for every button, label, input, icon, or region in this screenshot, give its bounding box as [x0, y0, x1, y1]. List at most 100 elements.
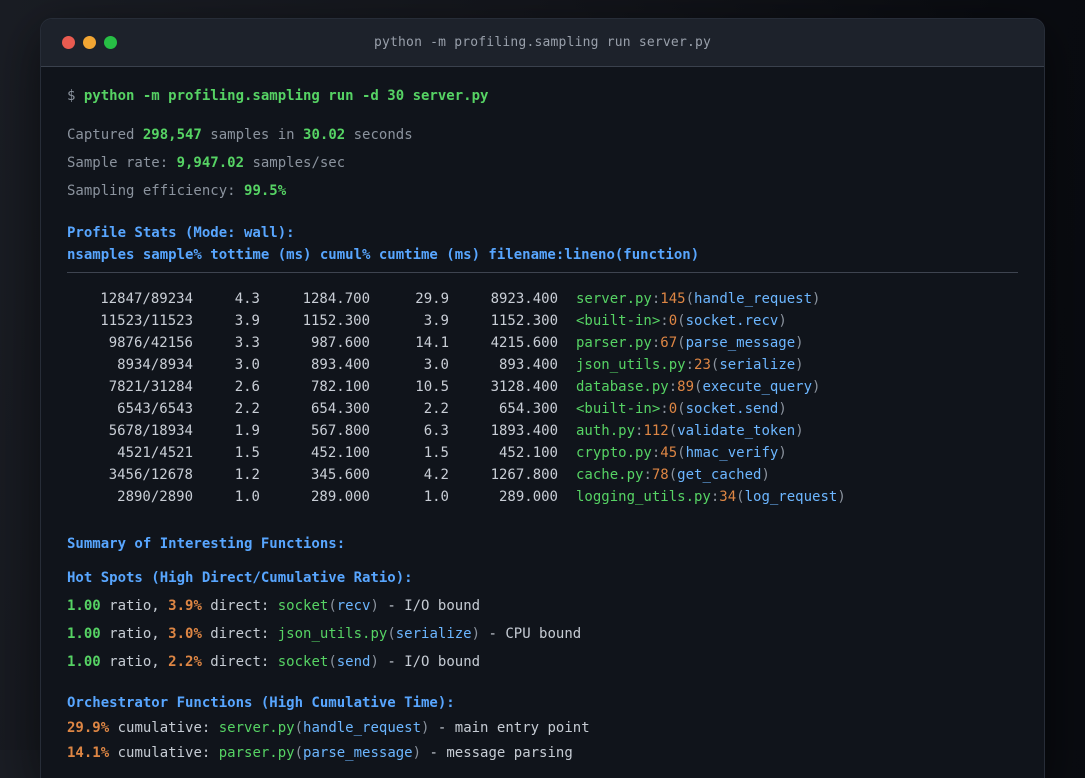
sample-rate-value: 9,947.02 — [176, 155, 245, 171]
captured-label: Captured — [67, 127, 143, 143]
role-note: - message parsing — [421, 745, 573, 761]
table-row: 6543/6543 2.2 654.300 2.2 654.300 <built… — [67, 398, 1018, 420]
cumul-pct-cell: 2.2 — [423, 401, 449, 417]
tottime-cell: 452.100 — [310, 445, 370, 461]
prompt-symbol: $ — [67, 88, 84, 104]
nsamples-cell: 5678/18934 — [108, 423, 193, 439]
table-row: 9876/42156 3.3 987.600 14.1 4215.600 par… — [67, 332, 1018, 354]
location-cell: logging_utils.py:34(log_request) — [558, 486, 1018, 508]
ratio-value: 1.00 — [67, 654, 101, 670]
table-row: 8934/8934 3.0 893.400 3.0 893.400 json_u… — [67, 354, 1018, 376]
ratio-value: 1.00 — [67, 598, 101, 614]
line-number: 89 — [677, 379, 695, 395]
function-name: socket.recv — [685, 313, 779, 329]
colon: : — [668, 379, 678, 395]
sample-pct-cell: 3.9 — [234, 313, 260, 329]
filename: <built-in> — [576, 313, 661, 329]
table-row: 2890/2890 1.0 289.000 1.0 289.000 loggin… — [67, 486, 1018, 508]
summary-title: Summary of Interesting Functions: — [67, 536, 346, 552]
sample-pct-cell: 2.2 — [234, 401, 260, 417]
location-cell: server.py:145(handle_request) — [558, 288, 1018, 310]
captured-duration-value: 30.02 — [303, 127, 346, 143]
ratio-label: ratio, — [100, 654, 169, 670]
function-name: socket.send — [685, 401, 779, 417]
cumtime-cell: 8923.400 — [490, 291, 558, 307]
sample-pct-cell: 1.9 — [234, 423, 260, 439]
bound-note: - CPU bound — [480, 626, 582, 642]
table-row: 7821/31284 2.6 782.100 10.5 3128.400 dat… — [67, 376, 1018, 398]
filename: <built-in> — [576, 401, 661, 417]
function-name: log_request — [744, 489, 838, 505]
colon: : — [685, 357, 695, 373]
cumul-pct-cell: 1.0 — [423, 489, 449, 505]
nsamples-cell: 2890/2890 — [117, 489, 193, 505]
nsamples-cell: 3456/12678 — [108, 467, 193, 483]
orchestrators-title: Orchestrator Functions (High Cumulative … — [67, 695, 455, 711]
cumul-pct-cell: 3.9 — [423, 313, 449, 329]
orchestrator-item: 29.9% cumulative: server.py(handle_reque… — [67, 717, 1018, 739]
table-row: 4521/4521 1.5 452.100 1.5 452.100 crypto… — [67, 442, 1018, 464]
window-title: python -m profiling.sampling run server.… — [373, 35, 712, 50]
cumtime-cell: 1893.400 — [490, 423, 558, 439]
open-paren: ( — [677, 313, 686, 329]
cumulative-pct-value: 14.1% — [67, 745, 110, 761]
location-cell: cache.py:78(get_cached) — [558, 464, 1018, 486]
filename: parser.py — [218, 745, 295, 761]
close-paren: ) — [778, 445, 787, 461]
open-paren: ( — [668, 423, 678, 439]
filename: auth.py — [576, 423, 636, 439]
minimize-button[interactable] — [83, 36, 96, 49]
sample-rate-line: Sample rate: 9,947.02 samples/sec — [67, 152, 1018, 174]
terminal-output[interactable]: $ python -m profiling.sampling run -d 30… — [41, 67, 1044, 764]
close-paren: ) — [812, 379, 821, 395]
function-name: get_cached — [677, 467, 762, 483]
function-name: handle_request — [303, 720, 422, 736]
titlebar-drag-handle[interactable]: python -m profiling.sampling run server.… — [41, 19, 1044, 67]
filename: json_utils.py — [576, 357, 686, 373]
location-cell: <built-in>:0(socket.send) — [558, 398, 1018, 420]
tottime-cell: 893.400 — [310, 357, 370, 373]
hotspot-item: 1.00 ratio, 2.2% direct: socket(send) - … — [67, 651, 1018, 673]
close-paren: ) — [795, 423, 804, 439]
line-number: 0 — [668, 313, 678, 329]
tottime-cell: 987.600 — [310, 335, 370, 351]
efficiency-label: Sampling efficiency: — [67, 183, 245, 199]
close-paren: ) — [795, 357, 804, 373]
line-number: 78 — [651, 467, 669, 483]
captured-line: Captured 298,547 samples in 30.02 second… — [67, 124, 1018, 146]
cumul-pct-cell: 29.9 — [415, 291, 449, 307]
nsamples-cell: 9876/42156 — [108, 335, 193, 351]
function-name: serialize — [395, 626, 472, 642]
colon: : — [643, 467, 652, 483]
filename: database.py — [576, 379, 669, 395]
function-name: parse_message — [303, 745, 413, 761]
location-cell: json_utils.py:23(serialize) — [558, 354, 1018, 376]
sample-pct-cell: 3.0 — [234, 357, 260, 373]
nsamples-cell: 7821/31284 — [108, 379, 193, 395]
maximize-button[interactable] — [104, 36, 117, 49]
cumul-pct-cell: 14.1 — [415, 335, 449, 351]
nsamples-cell: 8934/8934 — [117, 357, 193, 373]
filename: logging_utils.py — [576, 489, 711, 505]
hotspot-item: 1.00 ratio, 3.0% direct: json_utils.py(s… — [67, 623, 1018, 645]
open-paren: ( — [677, 445, 686, 461]
cumtime-cell: 893.400 — [498, 357, 558, 373]
open-paren: ( — [668, 467, 678, 483]
direct-pct-value: 2.2% — [168, 654, 202, 670]
sample-pct-cell: 2.6 — [234, 379, 260, 395]
close-button[interactable] — [62, 36, 75, 49]
hotspot-item: 1.00 ratio, 3.9% direct: socket(recv) - … — [67, 595, 1018, 617]
open-paren: ( — [677, 401, 686, 417]
tottime-cell: 1152.300 — [302, 313, 370, 329]
table-separator — [67, 272, 1018, 273]
line-number: 67 — [660, 335, 678, 351]
cumtime-cell: 1152.300 — [490, 313, 558, 329]
terminal-window: python -m profiling.sampling run server.… — [40, 18, 1045, 778]
close-paren: ) — [812, 291, 821, 307]
cumul-pct-cell: 3.0 — [423, 357, 449, 373]
filename: json_utils.py — [277, 626, 388, 642]
function-name: execute_query — [702, 379, 813, 395]
filename: server.py — [218, 720, 295, 736]
location-cell: <built-in>:0(socket.recv) — [558, 310, 1018, 332]
table-row: 3456/12678 1.2 345.600 4.2 1267.800 cach… — [67, 464, 1018, 486]
